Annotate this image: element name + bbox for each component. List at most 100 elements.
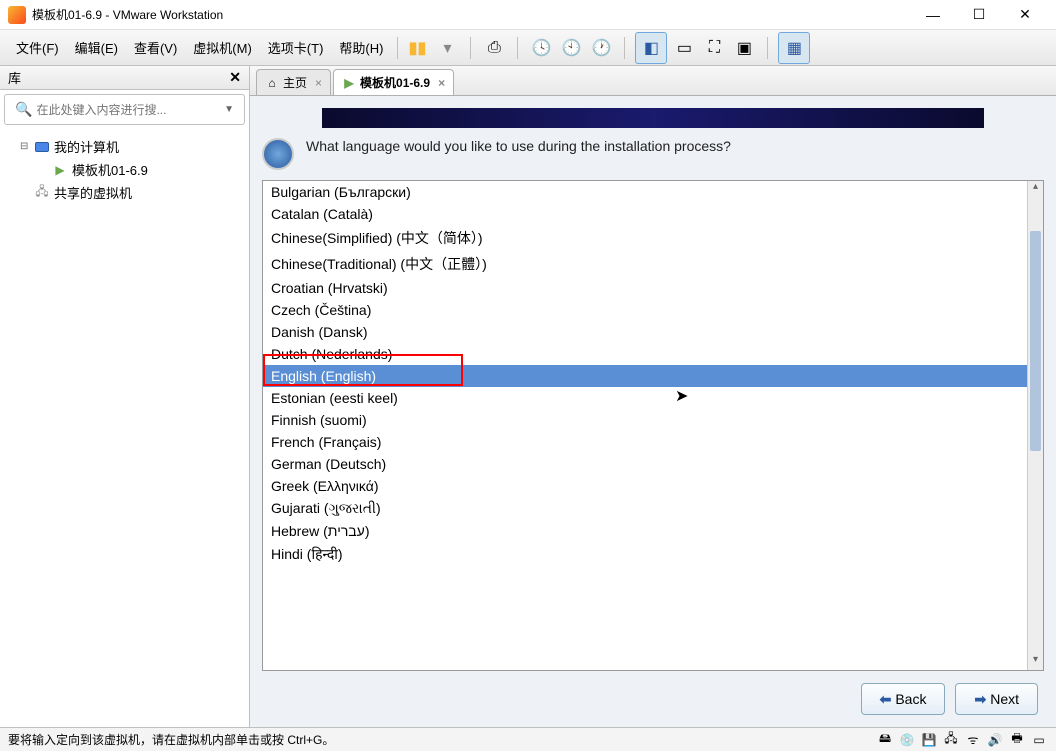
vm-display[interactable]: What language would you like to use duri… xyxy=(250,96,1056,727)
tree-vm-item[interactable]: ▶ 模板机01-6.9 xyxy=(4,158,245,181)
language-option[interactable]: Czech (Čeština) xyxy=(263,299,1027,321)
back-button[interactable]: ⬅ Back xyxy=(861,683,946,715)
shared-icon: 🖧 xyxy=(34,185,50,201)
language-listbox[interactable]: Bulgarian (Български)Catalan (Català)Chi… xyxy=(262,180,1044,671)
expander-icon[interactable]: ⊟ xyxy=(20,141,32,152)
scrollbar[interactable]: ▴ ▾ xyxy=(1027,181,1043,670)
status-icons: 🖴 💿 💾 🖧 ᯤ 🔊 🖶 ▭ xyxy=(876,732,1048,748)
status-text: 要将输入定向到该虚拟机，请在虚拟机内部单击或按 Ctrl+G。 xyxy=(8,731,334,748)
floppy-icon[interactable]: 💾 xyxy=(920,732,938,748)
tree-my-computer[interactable]: ⊟ 我的计算机 xyxy=(4,135,245,158)
installer-prompt-row: What language would you like to use duri… xyxy=(262,138,1044,180)
thumbnail-left-icon[interactable]: ◧ xyxy=(638,35,664,61)
search-icon: 🔍 xyxy=(15,101,32,118)
toolbar-separator xyxy=(470,37,471,59)
scroll-up-icon[interactable]: ▴ xyxy=(1028,181,1043,197)
hdd-icon[interactable]: 🖴 xyxy=(876,732,894,748)
thumbnail-icon[interactable]: ▭ xyxy=(671,35,697,61)
language-option[interactable]: Finnish (suomi) xyxy=(263,409,1027,431)
tab-label: 模板机01-6.9 xyxy=(360,74,430,91)
sidebar-title: 库 xyxy=(8,68,21,87)
arrow-left-icon: ⬅ xyxy=(880,691,892,708)
snapshot-manager-icon[interactable]: 🕐 xyxy=(588,35,614,61)
tab-close-icon[interactable]: × xyxy=(315,76,322,90)
tab-home[interactable]: ⌂ 主页 × xyxy=(256,69,331,95)
tab-vm[interactable]: ▶ 模板机01-6.9 × xyxy=(333,69,454,95)
language-option[interactable]: Croatian (Hrvatski) xyxy=(263,277,1027,299)
search-input[interactable] xyxy=(36,103,224,117)
sidebar: 库 ✕ 🔍 ▼ ⊟ 我的计算机 ▶ 模板机01-6.9 🖧 共享的虚拟机 xyxy=(0,66,250,727)
content-area: ⌂ 主页 × ▶ 模板机01-6.9 × What language would… xyxy=(250,66,1056,727)
scroll-down-icon[interactable]: ▾ xyxy=(1028,654,1043,670)
titlebar: 模板机01-6.9 - VMware Workstation — ☐ ✕ xyxy=(0,0,1056,30)
snapshot-revert-icon[interactable]: 🕙 xyxy=(558,35,584,61)
close-button[interactable]: ✕ xyxy=(1002,0,1048,30)
language-option[interactable]: Greek (Ελληνικά) xyxy=(263,475,1027,497)
search-dropdown-icon[interactable]: ▼ xyxy=(224,104,234,115)
scrollbar-thumb[interactable] xyxy=(1030,231,1041,451)
fullscreen-icon[interactable]: ⛶ xyxy=(701,35,727,61)
mouse-cursor-icon: ➤ xyxy=(675,386,688,406)
tree-label: 共享的虚拟机 xyxy=(54,183,132,202)
app-icon xyxy=(8,6,26,24)
language-option[interactable]: German (Deutsch) xyxy=(263,453,1027,475)
sidebar-close-icon[interactable]: ✕ xyxy=(229,69,241,86)
snapshot-icon[interactable]: 🕓 xyxy=(528,35,554,61)
tree-label: 模板机01-6.9 xyxy=(72,160,148,179)
dropdown-icon[interactable]: ▾ xyxy=(434,35,460,61)
toolbar-separator xyxy=(767,37,768,59)
language-option[interactable]: Chinese(Simplified) (中文（简体）) xyxy=(263,225,1027,251)
pause-icon[interactable]: ▮▮ xyxy=(404,35,430,61)
cd-icon[interactable]: 💿 xyxy=(898,732,916,748)
maximize-button[interactable]: ☐ xyxy=(956,0,1002,30)
tree-shared-vms[interactable]: 🖧 共享的虚拟机 xyxy=(4,181,245,204)
home-icon: ⌂ xyxy=(265,76,279,90)
language-option[interactable]: Hindi (हिन्दी) xyxy=(263,542,1027,567)
sidebar-header: 库 ✕ xyxy=(0,66,249,90)
language-option[interactable]: Gujarati (ગુજરાતી) xyxy=(263,497,1027,520)
language-option[interactable]: Chinese(Traditional) (中文（正體）) xyxy=(263,251,1027,277)
network-icon[interactable]: 🖧 xyxy=(942,732,960,748)
menu-edit[interactable]: 编辑(E) xyxy=(67,34,126,61)
language-option[interactable]: Estonian (eesti keel) xyxy=(263,387,1027,409)
language-option[interactable]: French (Français) xyxy=(263,431,1027,453)
back-label: Back xyxy=(895,691,926,707)
next-label: Next xyxy=(990,691,1019,707)
menubar: 文件(F) 编辑(E) 查看(V) 虚拟机(M) 选项卡(T) 帮助(H) ▮▮… xyxy=(0,30,1056,66)
usb-icon[interactable]: ᯤ xyxy=(964,732,982,748)
arrow-right-icon: ➡ xyxy=(974,691,986,708)
send-ctrl-alt-del-icon[interactable]: ⎙ xyxy=(481,35,507,61)
main-layout: 库 ✕ 🔍 ▼ ⊟ 我的计算机 ▶ 模板机01-6.9 🖧 共享的虚拟机 xyxy=(0,66,1056,727)
menu-file[interactable]: 文件(F) xyxy=(8,34,67,61)
menu-tabs[interactable]: 选项卡(T) xyxy=(260,34,332,61)
tab-close-icon[interactable]: × xyxy=(438,76,445,90)
language-option[interactable]: Hebrew (עברית) xyxy=(263,520,1027,542)
toolbar-separator xyxy=(517,37,518,59)
next-button[interactable]: ➡ Next xyxy=(955,683,1038,715)
language-option[interactable]: Bulgarian (Български) xyxy=(263,181,1027,203)
language-option[interactable]: Danish (Dansk) xyxy=(263,321,1027,343)
vm-icon: ▶ xyxy=(342,76,356,90)
installer-prompt-text: What language would you like to use duri… xyxy=(306,138,731,154)
tree-label: 我的计算机 xyxy=(54,137,119,156)
display-icon[interactable]: ▭ xyxy=(1030,732,1048,748)
tab-strip: ⌂ 主页 × ▶ 模板机01-6.9 × xyxy=(250,66,1056,96)
sound-icon[interactable]: 🔊 xyxy=(986,732,1004,748)
vm-icon: ▶ xyxy=(52,162,68,178)
language-option[interactable]: Dutch (Nederlands) xyxy=(263,343,1027,365)
language-option[interactable]: English (English) xyxy=(263,365,1027,387)
installer-banner xyxy=(322,108,984,128)
printer-icon[interactable]: 🖶 xyxy=(1008,732,1026,748)
unity-icon[interactable]: ▣ xyxy=(731,35,757,61)
statusbar: 要将输入定向到该虚拟机，请在虚拟机内部单击或按 Ctrl+G。 🖴 💿 💾 🖧 … xyxy=(0,727,1056,751)
language-option[interactable]: Catalan (Català) xyxy=(263,203,1027,225)
sidebar-search[interactable]: 🔍 ▼ xyxy=(4,94,245,125)
menu-help[interactable]: 帮助(H) xyxy=(331,34,391,61)
toolbar: ▮▮ ▾ ⎙ 🕓 🕙 🕐 ◧ ▭ ⛶ ▣ ▦ xyxy=(404,32,810,64)
console-view-icon[interactable]: ▦ xyxy=(781,35,807,61)
minimize-button[interactable]: — xyxy=(910,0,956,30)
menu-view[interactable]: 查看(V) xyxy=(126,34,185,61)
window-title: 模板机01-6.9 - VMware Workstation xyxy=(32,6,910,23)
tab-label: 主页 xyxy=(283,74,307,91)
menu-vm[interactable]: 虚拟机(M) xyxy=(185,34,260,61)
